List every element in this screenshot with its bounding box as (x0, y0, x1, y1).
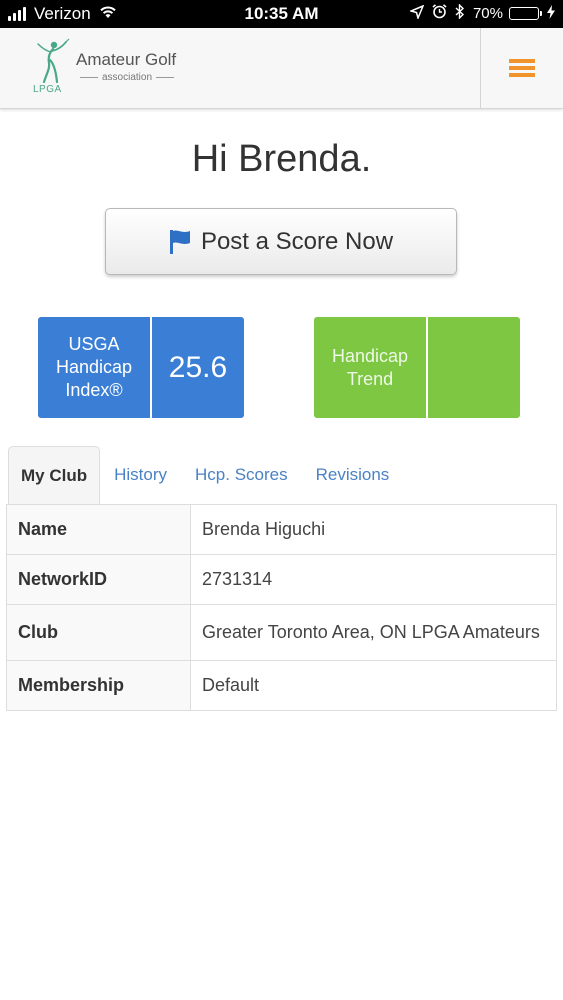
row-value-name: Brenda Higuchi (190, 504, 557, 555)
charging-icon (547, 5, 555, 22)
row-value-networkid: 2731314 (190, 554, 557, 605)
bluetooth-icon (455, 3, 465, 23)
table-row: Name Brenda Higuchi (6, 504, 557, 555)
table-row: NetworkID 2731314 (6, 554, 557, 605)
row-key-membership: Membership (6, 660, 191, 711)
status-right: 70% (402, 3, 555, 23)
status-bar: Verizon 10:35 AM 70% (0, 0, 563, 28)
handicap-trend-card[interactable]: Handicap Trend (314, 317, 520, 418)
menu-button[interactable] (481, 28, 563, 108)
handicap-index-value: 25.6 (168, 350, 228, 384)
row-value-club: Greater Toronto Area, ON LPGA Amateurs (190, 604, 557, 661)
handicap-index-card[interactable]: USGA Handicap Index® 25.6 (38, 317, 244, 418)
battery-percent: 70% (472, 5, 503, 22)
logo-subtitle-text: association (102, 72, 153, 83)
club-info-table: Name Brenda Higuchi NetworkID 2731314 Cl… (6, 504, 557, 711)
row-key-name: Name (6, 504, 191, 555)
post-score-label: Post a Score Now (200, 227, 394, 255)
location-icon (408, 4, 425, 23)
row-key-networkid: NetworkID (6, 554, 191, 605)
table-row: Membership Default (6, 660, 557, 711)
tab-revisions[interactable]: Revisions (302, 446, 404, 504)
battery-icon (509, 7, 542, 20)
logo-title: Amateur Golf (76, 50, 177, 69)
flag-icon (169, 229, 191, 255)
app-header: LPGA Amateur Golf association (0, 28, 563, 109)
logo-subtitle: association (76, 72, 178, 83)
row-key-club: Club (6, 604, 191, 661)
table-row: Club Greater Toronto Area, ON LPGA Amate… (6, 604, 557, 661)
hamburger-icon (509, 56, 535, 80)
post-score-button[interactable]: Post a Score Now (105, 208, 457, 275)
handicap-index-label: USGA Handicap Index® (55, 334, 133, 400)
tab-my-club[interactable]: My Club (8, 446, 101, 504)
tab-hcp-scores[interactable]: Hcp. Scores (181, 446, 302, 504)
row-value-membership: Default (190, 660, 557, 711)
greeting-heading: Hi Brenda. (191, 138, 372, 180)
logo-lpga-text: LPGA (33, 84, 62, 95)
profile-tabs: My Club History Hcp. Scores Revisions (8, 446, 557, 504)
alarm-icon (432, 4, 447, 23)
handicap-trend-value (428, 317, 520, 418)
golfer-logo-icon (37, 38, 70, 84)
handicap-trend-label: Handicap Trend (331, 345, 409, 389)
tab-history[interactable]: History (100, 446, 181, 504)
lpga-logo[interactable]: LPGA Amateur Golf association (30, 38, 190, 98)
